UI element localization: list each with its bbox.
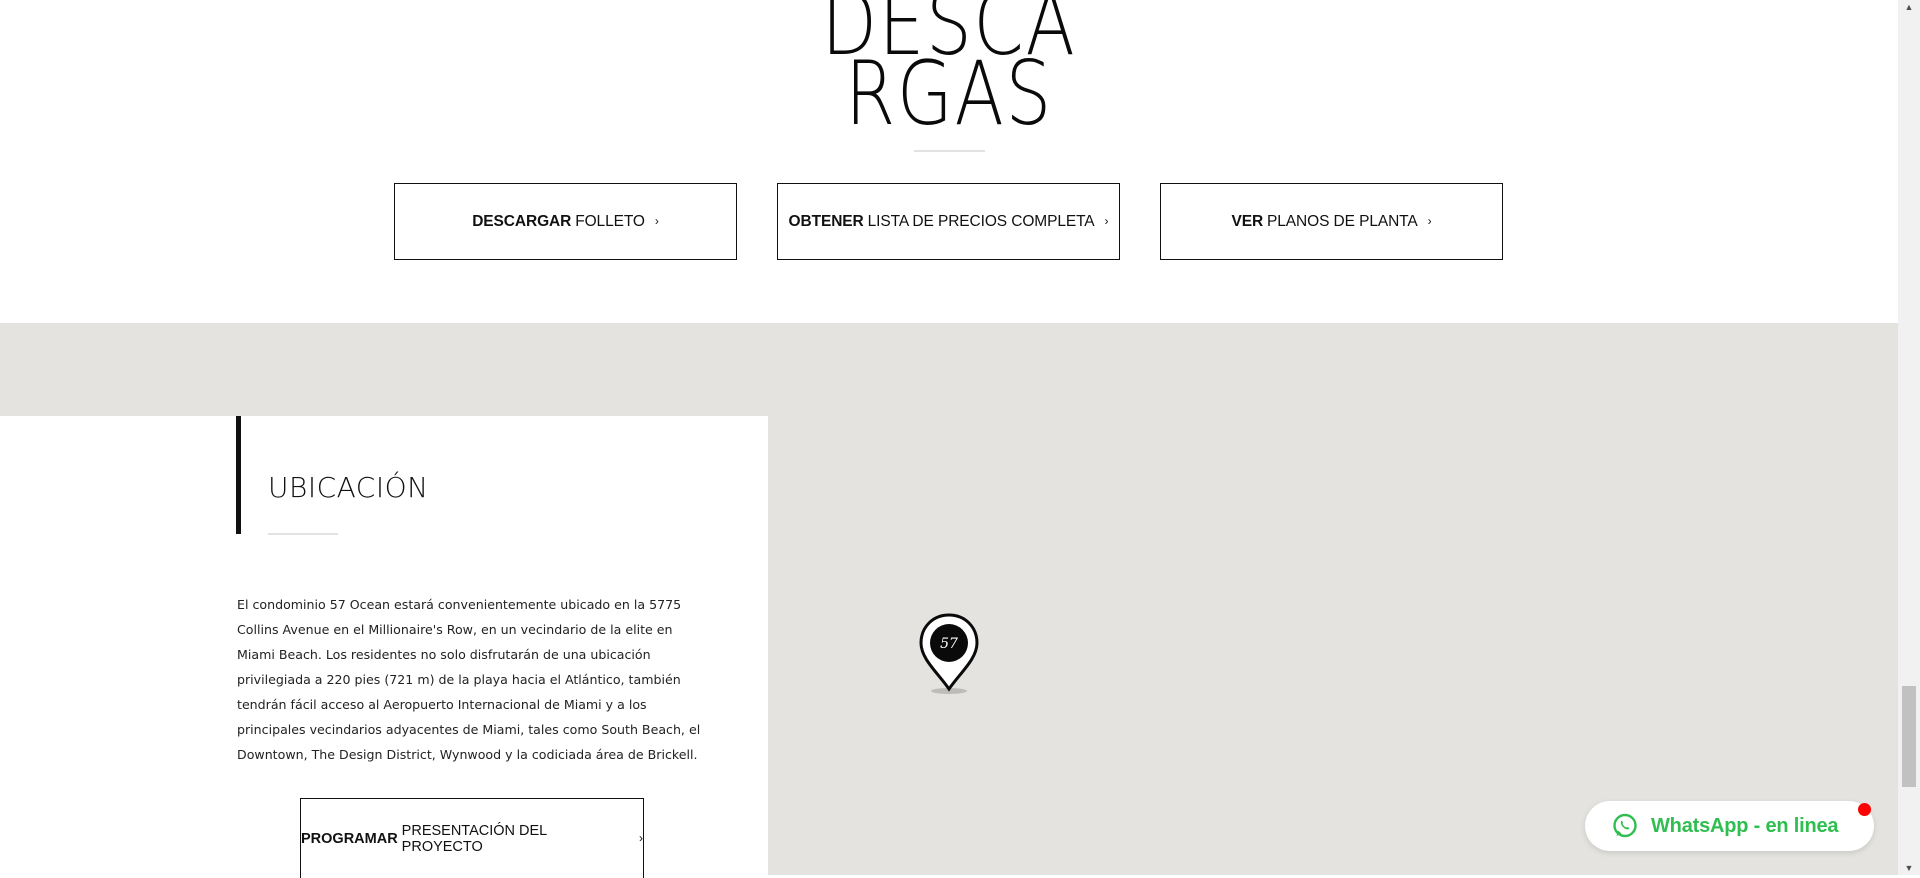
button-label: PRESENTACIÓN DEL PROYECTO bbox=[401, 822, 547, 855]
scrollbar-thumb[interactable] bbox=[1902, 686, 1916, 787]
whatsapp-label: WhatsApp - en linea bbox=[1651, 814, 1839, 837]
map-pin-icon[interactable]: 57 bbox=[918, 613, 980, 695]
whatsapp-button[interactable]: WhatsApp - en linea bbox=[1585, 801, 1874, 851]
notification-badge bbox=[1858, 803, 1871, 816]
vertical-scrollbar[interactable]: ▲ ▼ bbox=[1898, 0, 1920, 875]
location-description: El condominio 57 Ocean estará convenient… bbox=[237, 597, 701, 762]
schedule-presentation-button[interactable]: PROGRAMAR PRESENTACIÓN DEL PROYECTO › bbox=[300, 798, 644, 878]
downloads-section: DESCA RGAS DESCARGAR FOLLETO › OBTENER L… bbox=[0, 0, 1898, 323]
button-bold-label: PROGRAMAR bbox=[301, 830, 398, 847]
downloads-title-line2: RGAS bbox=[845, 42, 1053, 145]
location-section: UBICACIÓN El condominio 57 Ocean estará … bbox=[0, 323, 1898, 878]
location-info-panel: UBICACIÓN El condominio 57 Ocean estará … bbox=[0, 416, 768, 878]
button-label: FOLLETO bbox=[575, 212, 645, 230]
page: DESCA RGAS DESCARGAR FOLLETO › OBTENER L… bbox=[0, 0, 1898, 878]
location-title: UBICACIÓN bbox=[268, 471, 429, 504]
map-pin-label: 57 bbox=[940, 636, 958, 652]
button-label: PLANOS DE PLANTA bbox=[1267, 212, 1418, 230]
button-bold-label: OBTENER bbox=[788, 212, 864, 230]
chevron-right-icon: › bbox=[1427, 213, 1432, 228]
chevron-right-icon: › bbox=[654, 213, 659, 228]
accent-bar bbox=[236, 416, 241, 534]
floor-plans-button[interactable]: VER PLANOS DE PLANTA › bbox=[1160, 183, 1503, 260]
price-list-button[interactable]: OBTENER LISTA DE PRECIOS COMPLETA › bbox=[777, 183, 1120, 260]
download-brochure-button[interactable]: DESCARGAR FOLLETO › bbox=[394, 183, 737, 260]
whatsapp-icon bbox=[1613, 813, 1637, 838]
chevron-right-icon: › bbox=[639, 830, 643, 845]
location-title-divider bbox=[268, 533, 338, 535]
scroll-down-arrow-icon[interactable]: ▼ bbox=[1898, 861, 1920, 875]
title-divider bbox=[914, 150, 985, 152]
button-bold-label: VER bbox=[1231, 212, 1264, 230]
button-bold-label: DESCARGAR bbox=[472, 212, 572, 230]
scroll-up-arrow-icon[interactable]: ▲ bbox=[1898, 0, 1920, 14]
chevron-right-icon: › bbox=[1104, 213, 1109, 228]
button-label: LISTA DE PRECIOS COMPLETA bbox=[867, 212, 1095, 230]
